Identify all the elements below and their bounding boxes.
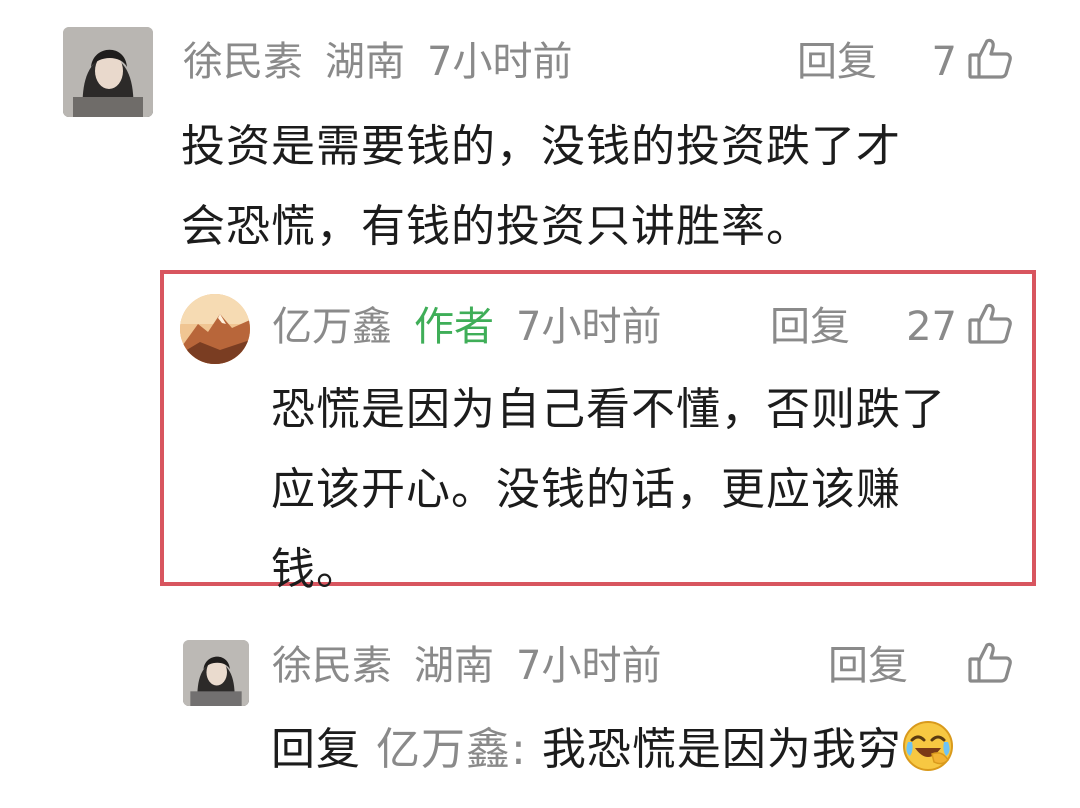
location: 湖南	[414, 643, 494, 689]
user-avatar-image	[183, 640, 249, 706]
reply-prefix: 回复	[271, 724, 361, 775]
comment-body: 恐慌是因为自己看不懂，否则跌了 应该开心。没钱的话，更应该赚 钱。	[271, 370, 1031, 610]
comment-line: 投资是需要钱的，没钱的投资跌了才	[181, 121, 901, 172]
user-avatar-image	[63, 27, 153, 117]
username[interactable]: 亿万鑫	[272, 304, 392, 350]
author-badge: 作者	[414, 304, 494, 350]
comment-header: 徐民素 湖南 7小时前	[183, 42, 572, 82]
reply-button[interactable]: 回复	[797, 42, 877, 82]
comment-line: 恐慌是因为自己看不懂，否则跌了	[271, 384, 946, 435]
timestamp: 7小时前	[516, 304, 662, 350]
comment-line: 钱。	[271, 544, 361, 595]
comment-header: 徐民素 湖南 7小时前	[272, 646, 661, 686]
avatar[interactable]	[63, 27, 153, 117]
avatar[interactable]	[183, 640, 249, 706]
comment-line: 会恐慌，有钱的投资只讲胜率。	[181, 201, 811, 252]
reply-button[interactable]: 回复	[770, 307, 850, 347]
like-count: 7	[931, 39, 957, 85]
timestamp: 7小时前	[516, 643, 662, 689]
comment-body: 回复 亿万鑫: 我恐慌是因为我穷	[271, 710, 1051, 790]
thumb-up-icon[interactable]	[967, 300, 1013, 346]
comment-body: 投资是需要钱的，没钱的投资跌了才 会恐慌，有钱的投资只讲胜率。	[181, 107, 1041, 267]
like-count: 27	[906, 304, 957, 350]
thumb-up-icon[interactable]	[967, 639, 1013, 685]
comment-header: 亿万鑫 作者 7小时前	[272, 307, 661, 347]
username[interactable]: 徐民素	[272, 643, 392, 689]
timestamp: 7小时前	[427, 39, 573, 85]
thumb-up-icon[interactable]	[967, 35, 1013, 81]
username[interactable]: 徐民素	[183, 39, 303, 85]
reply-target-username[interactable]: 亿万鑫:	[376, 724, 527, 775]
author-avatar[interactable]	[180, 294, 250, 364]
mountain-avatar-image	[180, 294, 250, 364]
reply-body: 我恐慌是因为我穷	[541, 724, 902, 775]
reply-button[interactable]: 回复	[828, 646, 908, 686]
comment-line: 应该开心。没钱的话，更应该赚	[271, 464, 901, 515]
laugh-cry-emoji-icon	[902, 720, 954, 772]
location: 湖南	[325, 39, 405, 85]
